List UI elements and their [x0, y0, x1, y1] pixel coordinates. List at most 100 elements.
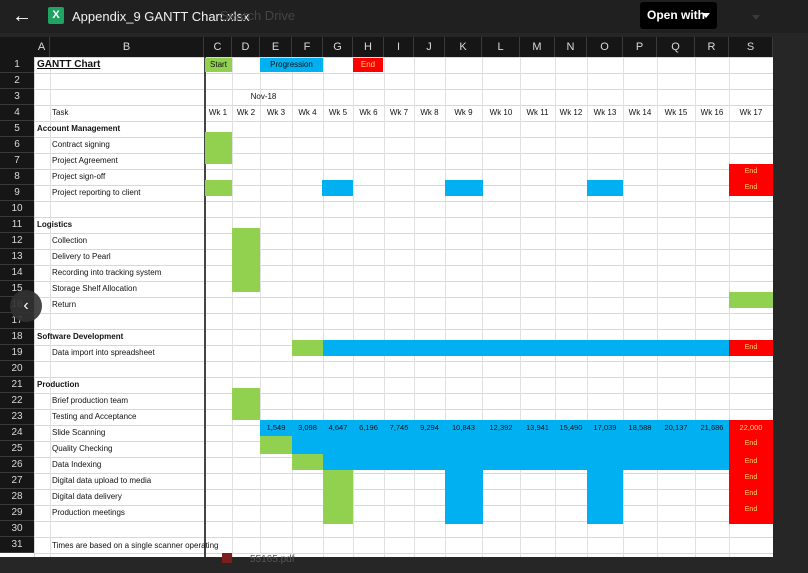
- grid-vline: [232, 57, 233, 557]
- cell-grid[interactable]: GANTT Chart Start Progression End Nov-18…: [34, 57, 773, 557]
- bar-brief-testing: [232, 388, 260, 420]
- section-software: Software Development: [37, 332, 124, 341]
- column-header-e[interactable]: E: [260, 37, 292, 57]
- end-label: End: [744, 440, 758, 447]
- arrow-left-icon[interactable]: ←: [9, 4, 35, 30]
- bar-reporting-start: [205, 180, 232, 196]
- row-header-24[interactable]: 24: [0, 425, 34, 441]
- end-label: End: [744, 184, 758, 191]
- row-header-14[interactable]: 14: [0, 265, 34, 281]
- column-header-f[interactable]: F: [292, 37, 323, 57]
- bar-upload-wk13: [587, 470, 623, 524]
- row-header-11[interactable]: 11: [0, 217, 34, 233]
- row-header-6[interactable]: 6: [0, 137, 34, 153]
- row-header-23[interactable]: 23: [0, 409, 34, 425]
- column-headers: ABCDEFGHIJKLMNOPQRS: [0, 37, 773, 57]
- search-input-ghost: Search Drive: [220, 8, 296, 23]
- column-header-c[interactable]: C: [204, 37, 232, 57]
- scan-value: 22,000: [739, 423, 763, 432]
- row-header-19[interactable]: 19: [0, 345, 34, 361]
- task-upload: Digital data upload to media: [52, 476, 152, 485]
- grid-vline: [292, 57, 293, 557]
- row-header-7[interactable]: 7: [0, 153, 34, 169]
- column-header-p[interactable]: P: [623, 37, 657, 57]
- bar-quality-start: [260, 436, 292, 454]
- scan-value: 15,490: [559, 423, 583, 432]
- column-header-d[interactable]: D: [232, 37, 260, 57]
- week-header: Wk 12: [559, 108, 583, 117]
- task-recording: Recording into tracking system: [52, 268, 162, 277]
- bar-indexing-progress: [323, 454, 729, 470]
- row-header-10[interactable]: 10: [0, 201, 34, 217]
- row-header-2[interactable]: 2: [0, 73, 34, 89]
- week-header: Wk 15: [664, 108, 688, 117]
- row-header-1[interactable]: 1: [0, 57, 34, 73]
- row-header-8[interactable]: 8: [0, 169, 34, 185]
- column-header-r[interactable]: R: [695, 37, 729, 57]
- row-header-18[interactable]: 18: [0, 329, 34, 345]
- preview-topbar: ← X Appendix_9 GANTT Chart.xlsx Search D…: [0, 0, 808, 33]
- task-testing: Testing and Acceptance: [52, 412, 137, 421]
- row-header-31[interactable]: 31: [0, 537, 34, 553]
- row-header-3[interactable]: 3: [0, 89, 34, 105]
- row-header-12[interactable]: 12: [0, 233, 34, 249]
- scan-value: 20,137: [664, 423, 688, 432]
- grid-vline: [555, 57, 556, 557]
- column-header-g[interactable]: G: [323, 37, 353, 57]
- row-header-4[interactable]: 4: [0, 105, 34, 121]
- end-label: End: [744, 506, 758, 513]
- end-label: End: [744, 474, 758, 481]
- grid-vline: [353, 57, 354, 557]
- column-header-q[interactable]: Q: [657, 37, 695, 57]
- end-label: End: [744, 490, 758, 497]
- row-header-27[interactable]: 27: [0, 473, 34, 489]
- column-header-s[interactable]: S: [729, 37, 773, 57]
- row-header-28[interactable]: 28: [0, 489, 34, 505]
- week-header: Wk 8: [420, 108, 439, 117]
- background-file-row: 55165.pdf: [222, 553, 342, 567]
- scan-value: 13,941: [526, 423, 549, 432]
- row-header-21[interactable]: 21: [0, 377, 34, 393]
- week-header: Wk 1: [208, 108, 228, 117]
- column-header-a[interactable]: A: [34, 37, 50, 57]
- excel-file-icon: X: [48, 7, 64, 24]
- column-header-m[interactable]: M: [520, 37, 555, 57]
- week-header: Wk 14: [628, 108, 652, 117]
- column-header-k[interactable]: K: [445, 37, 482, 57]
- bar-contract-agreement: [205, 132, 232, 164]
- row-header-5[interactable]: 5: [0, 121, 34, 137]
- scan-value: 4,647: [328, 423, 348, 432]
- task-collection: Collection: [52, 236, 88, 245]
- column-header-o[interactable]: O: [587, 37, 623, 57]
- column-header-i[interactable]: I: [384, 37, 414, 57]
- row-header-29[interactable]: 29: [0, 505, 34, 521]
- week-header: Wk 11: [526, 108, 549, 117]
- row-header-20[interactable]: 20: [0, 361, 34, 377]
- row-header-13[interactable]: 13: [0, 249, 34, 265]
- grid-vline: [260, 57, 261, 557]
- task-contract: Contract signing: [52, 140, 110, 149]
- week-header: Wk 3: [266, 108, 286, 117]
- column-header-j[interactable]: J: [414, 37, 445, 57]
- task-storage: Storage Shelf Allocation: [52, 284, 137, 293]
- row-header-9[interactable]: 9: [0, 185, 34, 201]
- column-header-h[interactable]: H: [353, 37, 384, 57]
- week-header: Wk 5: [328, 108, 348, 117]
- column-header-n[interactable]: N: [555, 37, 587, 57]
- column-header-b[interactable]: B: [50, 37, 204, 57]
- scan-value: 3,098: [298, 423, 317, 432]
- row-header-26[interactable]: 26: [0, 457, 34, 473]
- bar-reporting-wk5: [322, 180, 353, 196]
- row-header-30[interactable]: 30: [0, 521, 34, 537]
- open-with-button[interactable]: Open with: [640, 2, 717, 29]
- row-header-25[interactable]: 25: [0, 441, 34, 457]
- task-meetings: Production meetings: [52, 508, 125, 517]
- scan-value: 17,039: [593, 423, 617, 432]
- bar-import-progress: [323, 340, 729, 356]
- bar-logistics: [232, 228, 260, 292]
- grid-vline: [623, 57, 624, 557]
- chevron-left-icon[interactable]: ‹: [10, 290, 42, 322]
- row-header-22[interactable]: 22: [0, 393, 34, 409]
- column-header-l[interactable]: L: [482, 37, 520, 57]
- bar-return: [729, 292, 773, 308]
